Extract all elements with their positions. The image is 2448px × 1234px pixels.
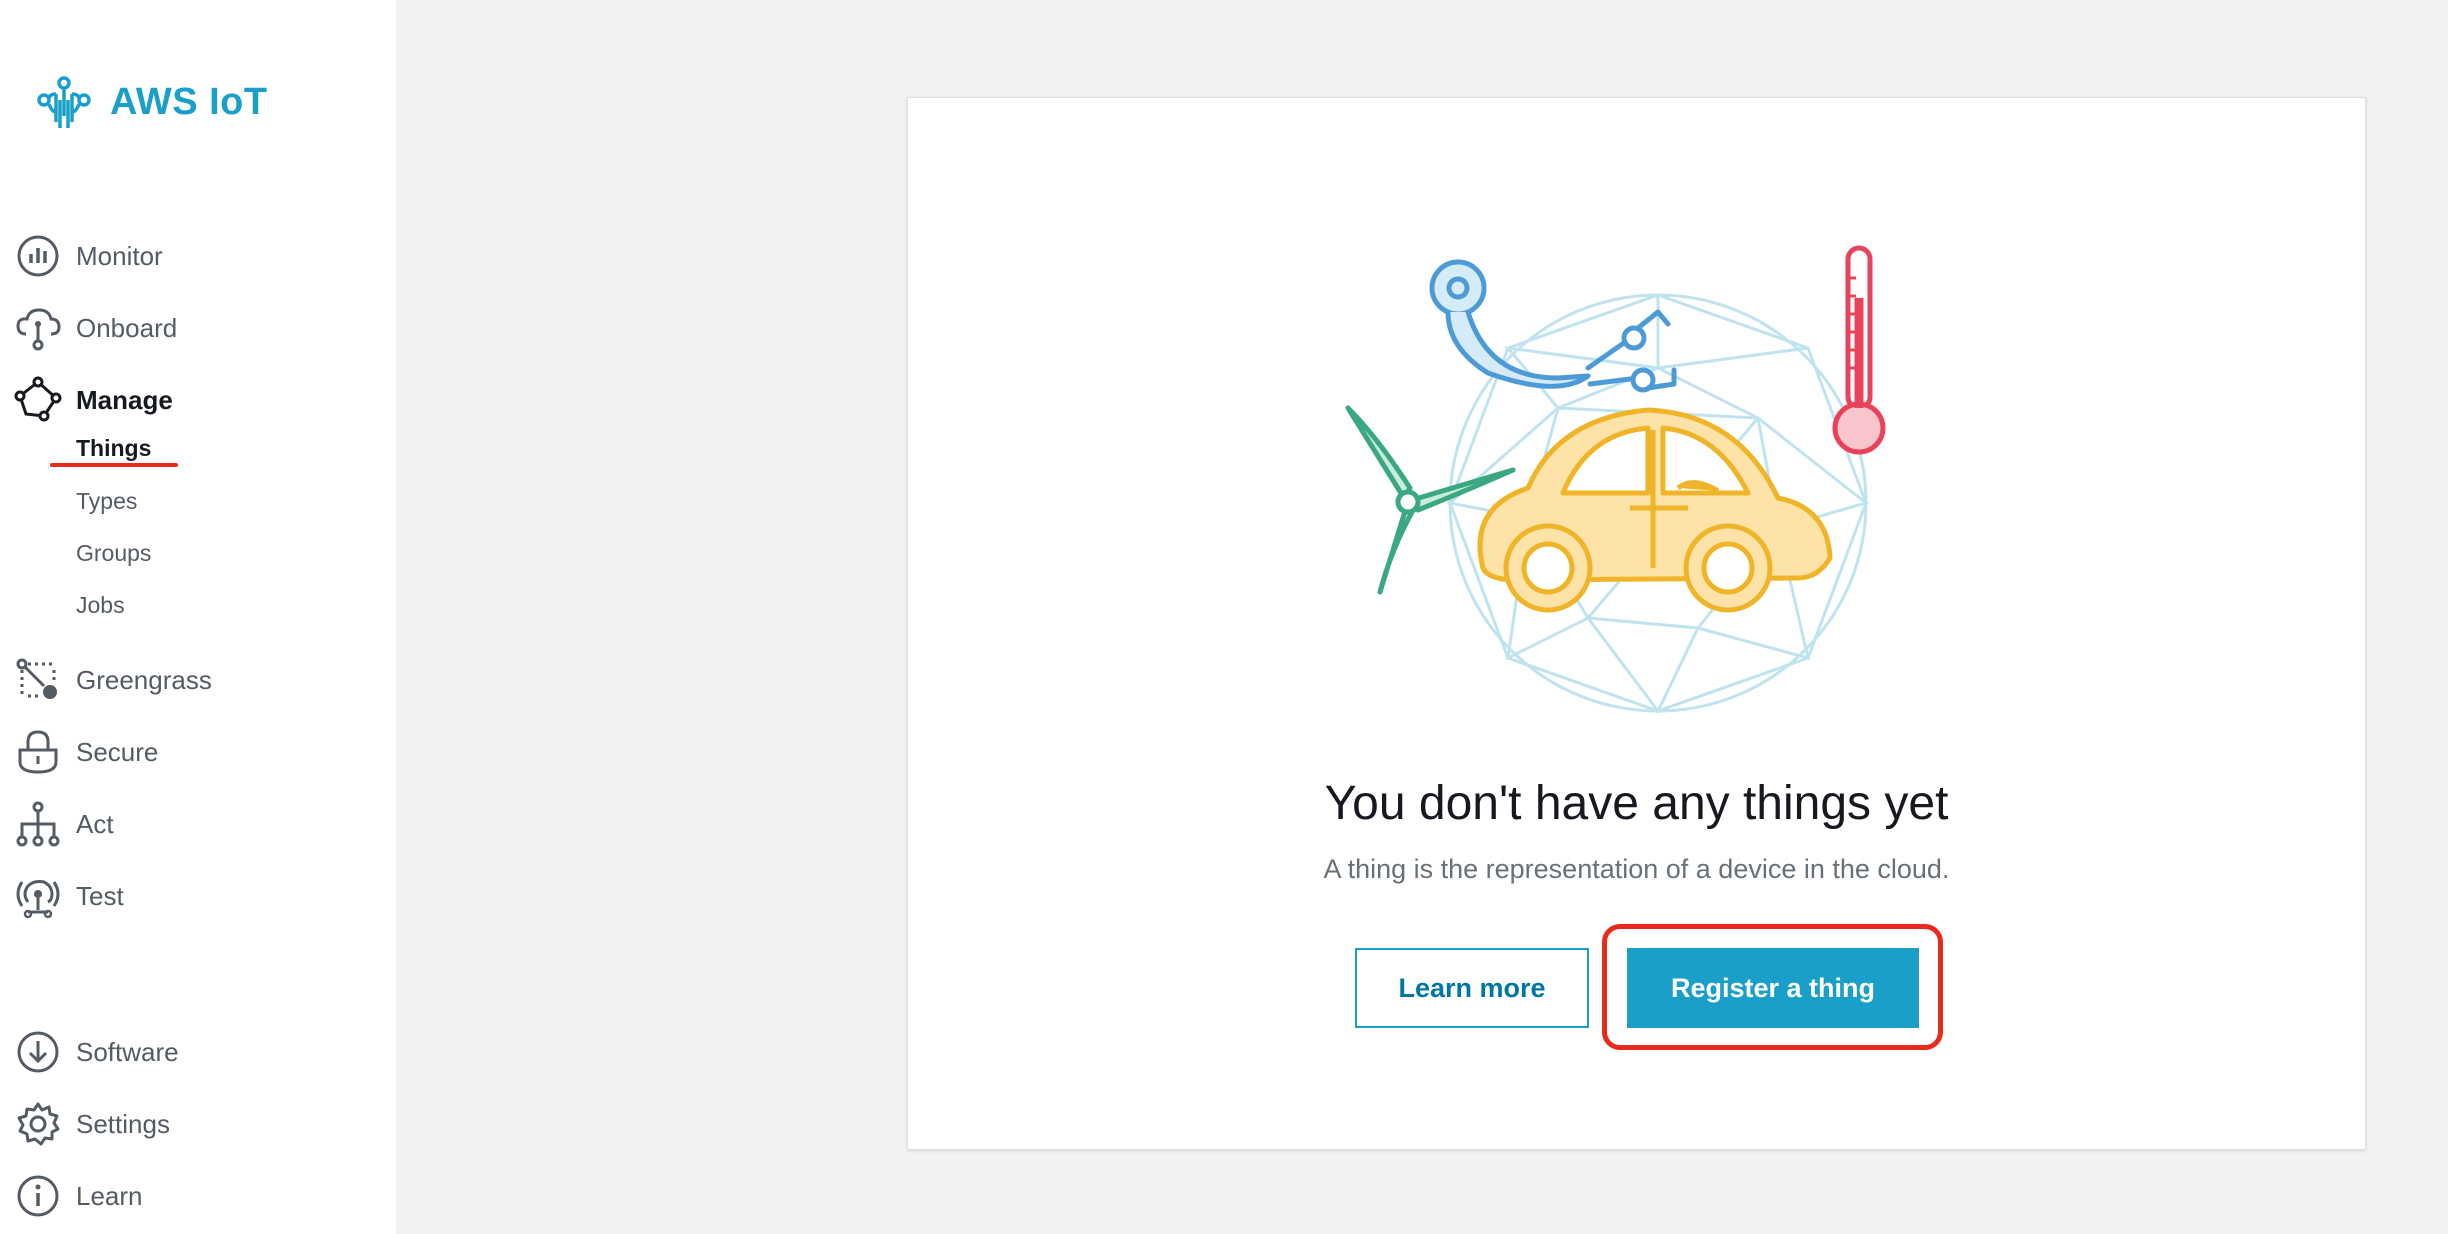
nav-manage-label: Manage — [76, 384, 173, 415]
nav-act[interactable]: Act — [14, 796, 114, 852]
nav-learn[interactable]: Learn — [14, 1168, 143, 1224]
nav-manage-types[interactable]: Types — [76, 488, 137, 515]
nav-secure-label: Secure — [76, 736, 159, 767]
register-thing-button[interactable]: Register a thing — [1627, 948, 1919, 1028]
nav-test[interactable]: Test — [14, 868, 124, 924]
nodes-icon — [14, 376, 62, 424]
nav-onboard-label: Onboard — [76, 312, 178, 343]
nav-greengrass[interactable]: Greengrass — [14, 652, 212, 708]
nav-onboard[interactable]: Onboard — [14, 300, 177, 356]
app-title: AWS IoT — [110, 80, 268, 123]
act-icon — [14, 800, 62, 848]
nav-manage-things[interactable]: Things — [76, 435, 151, 462]
iot-devices-illustration — [1345, 245, 1886, 714]
empty-state-description: A thing is the representation of a devic… — [1323, 854, 1950, 884]
nav-software[interactable]: Software — [14, 1024, 179, 1080]
info-icon — [14, 1172, 62, 1220]
sidebar: AWS IoT Monitor Onboard Manage Things Ty… — [0, 0, 396, 1234]
empty-state-card: You don't have any things yet A thing is… — [907, 97, 2366, 1150]
aws-iot-logo[interactable]: AWS IoT — [34, 72, 268, 132]
chart-icon — [14, 232, 62, 280]
lock-icon — [14, 728, 62, 776]
gear-icon — [14, 1100, 62, 1148]
cloud-icon — [14, 304, 62, 352]
empty-state-title: You don't have any things yet — [1324, 777, 1949, 830]
nav-software-label: Software — [76, 1036, 179, 1067]
greengrass-icon — [14, 656, 62, 704]
nav-settings[interactable]: Settings — [14, 1096, 170, 1152]
nav-greengrass-label: Greengrass — [76, 664, 212, 695]
learn-more-button[interactable]: Learn more — [1355, 948, 1589, 1028]
download-icon — [14, 1028, 62, 1076]
nav-act-label: Act — [76, 808, 114, 839]
nav-monitor[interactable]: Monitor — [14, 228, 163, 284]
aws-iot-logo-icon — [37, 76, 91, 128]
nav-learn-label: Learn — [76, 1180, 143, 1211]
nav-manage-jobs[interactable]: Jobs — [76, 592, 125, 619]
nav-test-label: Test — [76, 880, 124, 911]
test-icon — [14, 872, 62, 920]
nav-settings-label: Settings — [76, 1108, 170, 1139]
nav-secure[interactable]: Secure — [14, 724, 158, 780]
things-annotation-underline — [50, 463, 178, 467]
nav-manage-groups[interactable]: Groups — [76, 540, 151, 567]
nav-monitor-label: Monitor — [76, 240, 163, 271]
nav-manage[interactable]: Manage — [14, 372, 173, 428]
